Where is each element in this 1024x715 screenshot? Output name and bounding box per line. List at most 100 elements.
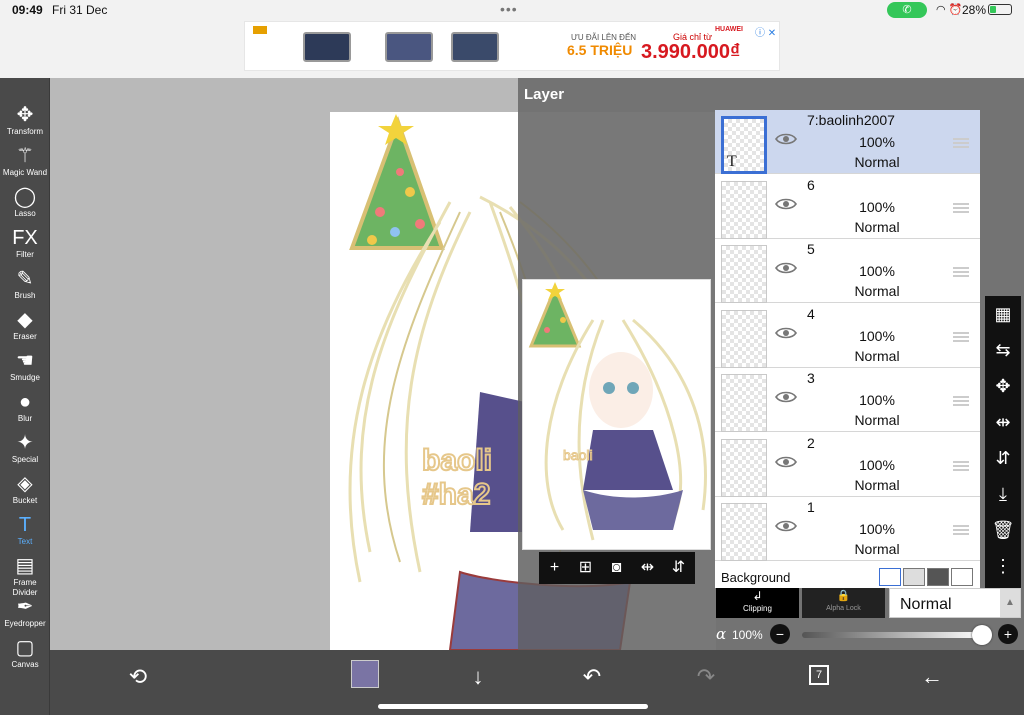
flip-layer-horizontal-icon[interactable]: ⇹ bbox=[985, 404, 1021, 440]
layer-row[interactable]: 3 100% Normal bbox=[715, 368, 980, 432]
drag-handle-icon[interactable] bbox=[953, 138, 969, 148]
eye-icon[interactable] bbox=[775, 261, 797, 275]
tool-text[interactable]: T Text bbox=[0, 510, 50, 551]
tool-label: Filter bbox=[16, 250, 34, 259]
tool-blur[interactable]: ● Blur bbox=[0, 387, 50, 428]
layer-blend-mode: Normal bbox=[854, 412, 900, 428]
ad-banner[interactable]: ƯU ĐÃI LÊN ĐẾN 6.5 TRIỆU Giá chỉ từ 3.99… bbox=[244, 21, 780, 71]
flip-layer-vertical-icon[interactable]: ⇵ bbox=[985, 440, 1021, 476]
status-date: Fri 31 Dec bbox=[52, 3, 108, 17]
back-arrow-icon[interactable]: ← bbox=[916, 662, 948, 692]
tool-transform[interactable]: ✥ Transform bbox=[0, 100, 50, 141]
tool-smudge[interactable]: ☚ Smudge bbox=[0, 346, 50, 387]
eye-icon[interactable] bbox=[775, 519, 797, 533]
brush-icon: ✎ bbox=[16, 268, 34, 290]
flip-horizontal-icon[interactable]: ⇹ bbox=[632, 552, 663, 584]
drag-handle-icon[interactable] bbox=[953, 267, 969, 277]
background-none-swatch[interactable] bbox=[951, 568, 973, 586]
transform-shortcut-icon[interactable]: ⟲ bbox=[122, 662, 154, 692]
tool-special[interactable]: ✦ Special bbox=[0, 428, 50, 469]
layer-blend-mode: Normal bbox=[854, 541, 900, 557]
opacity-slider-knob[interactable] bbox=[972, 625, 992, 645]
eye-icon[interactable] bbox=[775, 197, 797, 211]
tool-frame-divider[interactable]: ▤ Frame Divider bbox=[0, 551, 50, 597]
drag-handle-icon[interactable] bbox=[953, 202, 969, 213]
layer-row[interactable]: 5 100% Normal bbox=[715, 239, 980, 303]
multitask-dots-icon[interactable]: ••• bbox=[500, 1, 518, 17]
eye-icon[interactable] bbox=[775, 390, 797, 404]
clipping-button[interactable]: ↲ Clipping bbox=[716, 588, 799, 618]
layer-count-button[interactable]: 7 bbox=[809, 665, 829, 685]
tool-eraser[interactable]: ◆ Eraser bbox=[0, 305, 50, 346]
chevron-up-icon: ▲ bbox=[1000, 589, 1020, 617]
eye-icon[interactable] bbox=[775, 132, 797, 146]
flip-vertical-icon[interactable]: ⇵ bbox=[663, 552, 694, 584]
layer-opacity: 100% bbox=[859, 134, 895, 150]
transfer-layer-icon[interactable]: ⇆ bbox=[985, 332, 1021, 368]
checkerboard-icon[interactable]: ▦ bbox=[985, 296, 1021, 332]
tool-magic-wand[interactable]: ⚚ Magic Wand bbox=[0, 141, 50, 182]
layer-row[interactable]: 6 100% Normal bbox=[715, 174, 980, 239]
filter-icon: FX bbox=[12, 227, 38, 249]
alpha-lock-button[interactable]: 🔒 Alpha Lock bbox=[802, 588, 885, 618]
tool-filter[interactable]: FX Filter bbox=[0, 223, 50, 264]
background-checker-swatch[interactable] bbox=[903, 568, 925, 586]
layer-row[interactable]: 4 100% Normal bbox=[715, 303, 980, 368]
layer-thumbnail bbox=[721, 309, 767, 368]
trash-icon[interactable]: 🗑 bbox=[985, 512, 1021, 548]
camera-icon[interactable]: ◙ bbox=[601, 552, 632, 584]
duplicate-layer-icon[interactable]: ⊞ bbox=[570, 552, 601, 584]
undo-icon[interactable]: ↶ bbox=[576, 662, 608, 692]
eye-icon[interactable] bbox=[775, 326, 797, 340]
tool-brush[interactable]: ✎ Brush bbox=[0, 264, 50, 305]
background-white-swatch[interactable] bbox=[879, 568, 901, 586]
battery-percent: 28% bbox=[962, 3, 987, 17]
background-label: Background bbox=[721, 570, 791, 585]
layer-row[interactable]: 1 100% Normal bbox=[715, 497, 980, 561]
layer-name: 2 bbox=[807, 434, 815, 451]
eye-icon[interactable] bbox=[775, 455, 797, 469]
add-layer-button[interactable]: + bbox=[539, 552, 570, 584]
opacity-increase-button[interactable]: + bbox=[998, 624, 1018, 644]
eyedropper-icon: ✒ bbox=[16, 596, 34, 618]
merge-down-icon[interactable]: ⤓ bbox=[985, 476, 1021, 512]
phone-call-icon[interactable]: ✆ bbox=[887, 2, 927, 18]
layer-opacity: 100% bbox=[859, 521, 895, 537]
ad-promo-big: 6.5 TRIỆU bbox=[567, 42, 633, 58]
alpha-symbol: α bbox=[716, 625, 727, 643]
layer-name: 6 bbox=[807, 176, 815, 193]
opacity-slider[interactable] bbox=[802, 632, 982, 638]
drag-handle-icon[interactable] bbox=[953, 331, 969, 342]
move-layer-icon[interactable]: ✥ bbox=[985, 368, 1021, 404]
tool-canvas[interactable]: ▢ Canvas bbox=[0, 633, 50, 674]
canvas-preview[interactable]: baoli bbox=[522, 279, 711, 550]
background-dark-checker-swatch[interactable] bbox=[927, 568, 949, 586]
current-color-swatch[interactable] bbox=[351, 660, 379, 688]
tool-label: Eraser bbox=[13, 332, 37, 341]
ad-info-icon[interactable]: ⓘ ✕ bbox=[755, 24, 776, 39]
background-row[interactable]: Background bbox=[715, 565, 980, 588]
layer-row[interactable]: 2 100% Normal bbox=[715, 432, 980, 497]
bucket-icon: ◈ bbox=[17, 473, 33, 495]
drag-handle-icon[interactable] bbox=[953, 460, 969, 471]
canvas-icon: ▢ bbox=[15, 637, 35, 659]
drag-handle-icon[interactable] bbox=[953, 525, 969, 535]
tool-label: Text bbox=[17, 537, 33, 546]
ad-tablet-image bbox=[451, 32, 499, 62]
redo-icon[interactable]: ↷ bbox=[690, 662, 722, 692]
layer-blend-mode: Normal bbox=[854, 154, 900, 170]
blend-mode-select[interactable]: Normal ▲ bbox=[889, 588, 1021, 618]
wifi-icon: ◠ ⏰ bbox=[936, 4, 963, 16]
arrow-down-icon[interactable]: ↓ bbox=[462, 662, 494, 692]
layer-opacity: 100% bbox=[859, 392, 895, 408]
opacity-value: 100% bbox=[732, 628, 763, 642]
tool-bucket[interactable]: ◈ Bucket bbox=[0, 469, 50, 510]
layer-row[interactable]: T 7:baolinh2007 100% Normal bbox=[715, 110, 980, 174]
tool-eyedropper[interactable]: ✒ Eyedropper bbox=[0, 592, 50, 633]
home-indicator bbox=[378, 704, 648, 709]
opacity-decrease-button[interactable]: − bbox=[770, 624, 790, 644]
tool-lasso[interactable]: ◯ Lasso bbox=[0, 182, 50, 223]
drag-handle-icon[interactable] bbox=[953, 396, 969, 406]
transform-icon: ✥ bbox=[16, 104, 34, 126]
more-options-icon[interactable]: ⋮ bbox=[985, 548, 1021, 584]
